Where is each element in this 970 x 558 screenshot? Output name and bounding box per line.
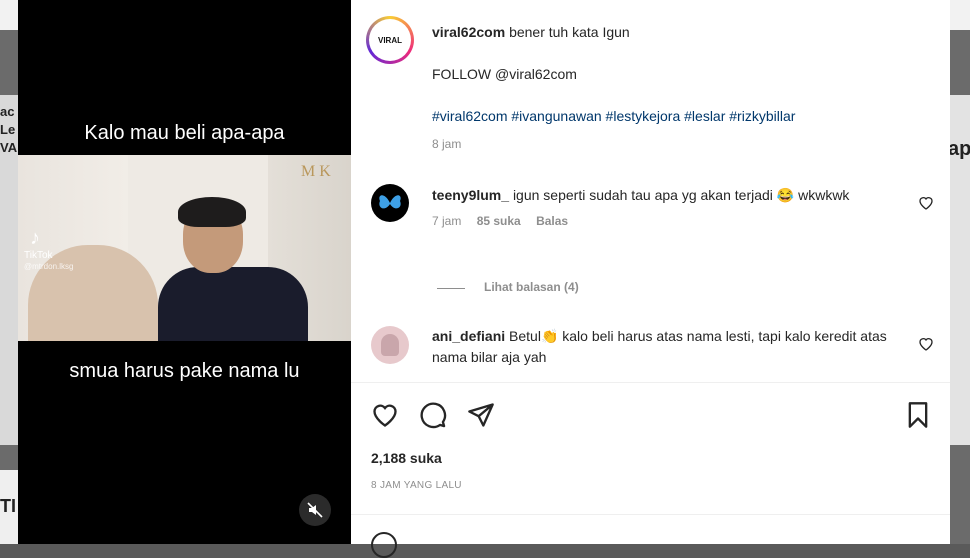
author-avatar[interactable]: VIRAL <box>366 16 414 64</box>
post-caption: viral62com bener tuh kata Igun FOLLOW @v… <box>432 22 932 151</box>
caption-text: bener tuh kata Igun <box>509 24 630 40</box>
backdrop-text: ap <box>948 138 970 160</box>
mute-icon <box>307 502 323 518</box>
heart-icon[interactable] <box>371 401 399 429</box>
comments-panel: VIRAL viral62com bener tuh kata Igun FOL… <box>351 0 950 558</box>
comment-heart-icon[interactable] <box>918 336 934 352</box>
mute-button[interactable] <box>299 494 331 526</box>
comment-likes[interactable]: 85 suka <box>477 214 521 228</box>
comment-time: 7 jam <box>432 214 462 228</box>
reply-line <box>437 288 465 289</box>
follow-line: FOLLOW @viral62com <box>432 66 577 82</box>
backdrop-text: VA <box>0 140 18 155</box>
reply-button[interactable]: Balas <box>536 214 568 228</box>
hashtags[interactable]: #viral62com #ivangunawan #lestykejora #l… <box>432 106 932 127</box>
backdrop-text: TI <box>0 496 16 516</box>
backdrop-text: Le <box>0 122 16 137</box>
post-modal: Kalo mau beli apa-apa M K ♪ TikTok @mtrd… <box>18 0 950 558</box>
comment-heart-icon[interactable] <box>918 195 934 211</box>
video-caption-bottom: smua harus pake nama lu <box>69 360 300 382</box>
comment-text: igun seperti sudah tau apa yg akan terja… <box>512 187 850 203</box>
divider <box>351 514 950 515</box>
video-player[interactable]: Kalo mau beli apa-apa M K ♪ TikTok @mtrd… <box>18 0 351 544</box>
backdrop-text: ac <box>0 104 15 119</box>
comment: teeny9lum_ igun seperti sudah tau apa yg… <box>432 185 902 228</box>
tiktok-watermark: ♪ TikTok @mtrdon.lksg <box>24 227 74 271</box>
view-replies-button[interactable]: Lihat balasan (4) <box>484 280 579 294</box>
video-frame: M K ♪ TikTok @mtrdon.lksg <box>18 155 351 341</box>
commenter-avatar[interactable] <box>371 184 409 222</box>
commenter-avatar[interactable] <box>371 326 409 364</box>
post-timestamp: 8 JAM YANG LALU <box>371 480 462 491</box>
like-count[interactable]: 2,188 suka <box>371 450 442 466</box>
share-icon[interactable] <box>467 401 495 429</box>
tiktok-icon: ♪ <box>30 227 40 249</box>
comment-icon[interactable] <box>419 401 447 429</box>
person-figure <box>158 267 308 341</box>
comment: ani_defiani Betul👏 kalo beli harus atas … <box>432 326 902 368</box>
post-time: 8 jam <box>432 137 462 151</box>
comment-username[interactable]: ani_defiani <box>432 328 505 344</box>
frame-logo: M K <box>301 163 331 180</box>
emoji-icon[interactable] <box>371 532 397 558</box>
divider <box>351 382 950 383</box>
comment-username[interactable]: teeny9lum_ <box>432 187 509 203</box>
video-caption-top: Kalo mau beli apa-apa <box>84 122 285 144</box>
butterfly-icon <box>379 195 401 209</box>
bookmark-icon[interactable] <box>904 401 932 429</box>
author-username[interactable]: viral62com <box>432 24 505 40</box>
